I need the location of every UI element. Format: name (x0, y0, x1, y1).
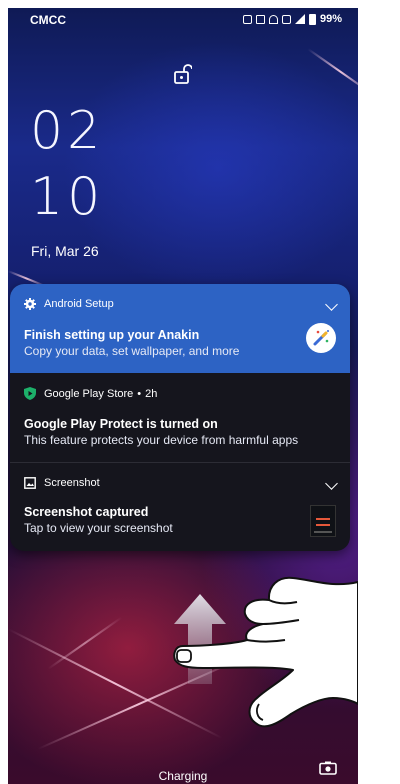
notification-android-setup[interactable]: Android Setup Finish setting up your Ana… (10, 284, 350, 373)
camera-icon[interactable] (319, 761, 337, 775)
notification-text: Tap to view your screenshot (24, 521, 173, 535)
keyboard-icon (242, 14, 252, 24)
image-icon (24, 477, 36, 489)
magic-wand-icon (306, 323, 336, 353)
battery-icon (308, 13, 316, 25)
lockscreen: CMCC 99% 02 10 Fri, Mar 26 Android Setup… (8, 8, 358, 784)
carrier-label: CMCC (30, 13, 66, 27)
wallpaper-streak (307, 48, 358, 96)
gear-icon (24, 298, 36, 310)
charging-status: Charging (158, 769, 208, 783)
chevron-down-icon[interactable] (325, 477, 338, 490)
hand-gesture-icon (173, 576, 358, 728)
clock-hour: 02 (30, 101, 105, 161)
lockscreen-date: Fri, Mar 26 (31, 243, 99, 259)
notification-app-name: Android Setup (44, 298, 114, 310)
data-icon (281, 14, 291, 24)
notification-title: Finish setting up your Anakin (24, 328, 200, 342)
wallpaper-streak (47, 616, 123, 670)
notification-header: Android Setup (24, 298, 114, 310)
notification-text: This feature protects your device from h… (24, 433, 299, 447)
notification-app-name: Google Play Store (44, 387, 134, 400)
screenshot-thumbnail[interactable] (310, 505, 336, 537)
wifi-icon (268, 14, 278, 24)
notification-screenshot[interactable]: Screenshot Screenshot captured Tap to vi… (10, 463, 350, 551)
notification-separator: • (137, 387, 142, 400)
lockscreen-clock: 02 10 (30, 101, 105, 227)
shield-play-icon (24, 387, 36, 400)
notification-time: 2h (145, 387, 158, 400)
notification-title: Google Play Protect is turned on (24, 417, 218, 431)
notification-header: Google Play Store • 2h (24, 387, 157, 400)
status-icons: 99% (242, 13, 342, 25)
notification-text: Copy your data, set wallpaper, and more (24, 344, 240, 358)
status-bar: CMCC 99% (8, 8, 358, 30)
notification-play-protect[interactable]: Google Play Store • 2h Google Play Prote… (10, 373, 350, 463)
unlock-icon[interactable] (174, 64, 192, 84)
clock-minute: 10 (30, 167, 105, 227)
notification-header: Screenshot (24, 477, 100, 489)
signal-icon (294, 14, 305, 24)
notification-app-name: Screenshot (44, 477, 100, 489)
battery-percent: 99% (319, 13, 342, 25)
vibrate-icon (255, 14, 265, 24)
notification-stack: Android Setup Finish setting up your Ana… (10, 284, 350, 551)
chevron-down-icon[interactable] (325, 298, 338, 311)
notification-title: Screenshot captured (24, 505, 149, 519)
